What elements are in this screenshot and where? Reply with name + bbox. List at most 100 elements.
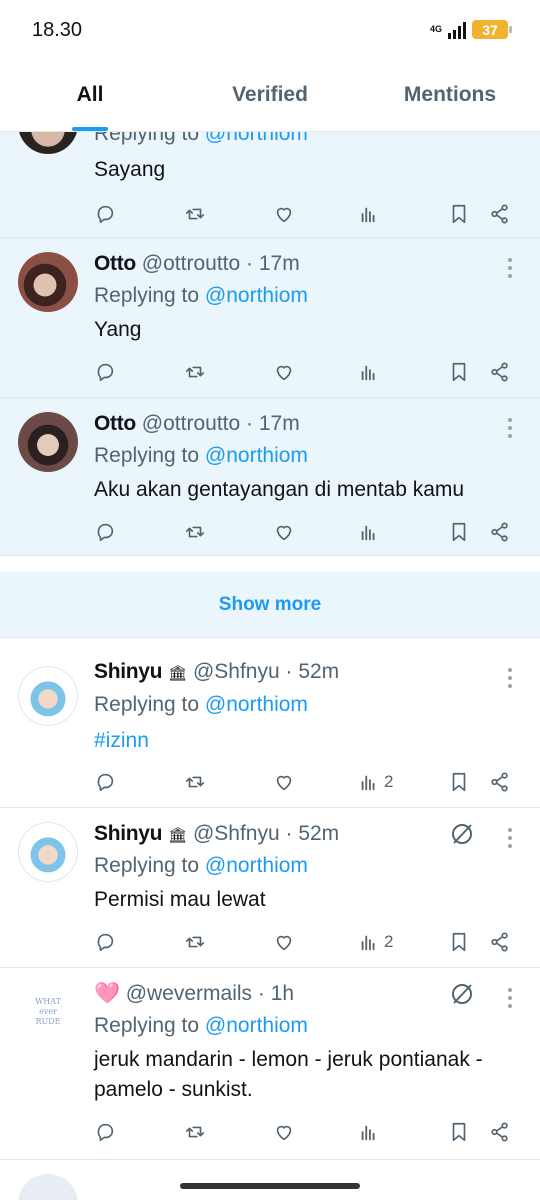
avatar[interactable] xyxy=(18,822,78,882)
tweet-text: Aku akan gentayangan di mentab kamu xyxy=(94,478,465,501)
reply-button[interactable] xyxy=(94,768,116,796)
home-indicator[interactable] xyxy=(180,1183,360,1189)
views-button[interactable]: 2 xyxy=(358,928,393,956)
share-button[interactable] xyxy=(489,1118,511,1146)
like-icon xyxy=(276,365,292,381)
reply-button[interactable] xyxy=(94,200,116,228)
more-icon[interactable] xyxy=(506,258,514,278)
bookmark-button[interactable] xyxy=(448,358,470,386)
share-button[interactable] xyxy=(489,200,511,228)
retweet-button[interactable] xyxy=(184,1118,206,1146)
avatar[interactable]: WHAT ever RUDE xyxy=(18,982,78,1042)
author-name[interactable]: Shinyu xyxy=(94,822,163,845)
reply-tweet[interactable]: Shinyu 🏛 @Shfnyu · 52m Replying to @nort… xyxy=(0,644,540,808)
tab-all[interactable]: All xyxy=(0,62,180,131)
retweet-button[interactable] xyxy=(184,518,206,546)
like-icon xyxy=(276,935,292,951)
views-icon xyxy=(361,935,375,951)
mention-link[interactable]: @northiom xyxy=(205,132,308,145)
muted-icon[interactable] xyxy=(450,822,474,846)
more-icon[interactable] xyxy=(506,668,514,688)
mention-link[interactable]: @northiom xyxy=(205,284,308,307)
retweet-icon xyxy=(185,526,205,538)
share-icon xyxy=(491,1122,508,1142)
avatar[interactable] xyxy=(18,412,78,472)
author-name[interactable]: Shinyu xyxy=(94,660,163,683)
author-name[interactable]: Otto xyxy=(94,252,136,275)
like-button[interactable] xyxy=(273,518,295,546)
replying-to: Replying to @northiom xyxy=(94,132,308,146)
retweet-button[interactable] xyxy=(184,768,206,796)
replying-to: Replying to @northiom xyxy=(94,284,308,308)
bookmark-button[interactable] xyxy=(448,518,470,546)
avatar[interactable] xyxy=(18,666,78,726)
reply-icon xyxy=(97,933,114,952)
more-icon[interactable] xyxy=(506,988,514,1008)
reply-button[interactable] xyxy=(94,518,116,546)
signal-icon xyxy=(448,21,466,39)
bookmark-button[interactable] xyxy=(448,200,470,228)
bookmark-icon xyxy=(452,1122,466,1142)
views-button[interactable] xyxy=(358,200,380,228)
retweet-button[interactable] xyxy=(184,358,206,386)
author-name[interactable]: Otto xyxy=(94,412,136,435)
author-handle[interactable]: @wevermails xyxy=(126,982,252,1005)
hashtag-link[interactable]: #izinn xyxy=(94,726,514,756)
share-button[interactable] xyxy=(489,928,511,956)
share-icon xyxy=(491,522,508,542)
like-button[interactable] xyxy=(273,928,295,956)
author-handle[interactable]: @ottroutto xyxy=(142,252,240,275)
avatar[interactable] xyxy=(18,132,78,154)
views-button[interactable] xyxy=(358,1118,380,1146)
reply-tweet-partial[interactable] xyxy=(0,1160,540,1200)
like-button[interactable] xyxy=(273,358,295,386)
views-button[interactable] xyxy=(358,358,380,386)
retweet-button[interactable] xyxy=(184,928,206,956)
reply-button[interactable] xyxy=(94,358,116,386)
tweet-text: jeruk mandarin - lemon - jeruk pontianak… xyxy=(94,1048,483,1101)
reply-icon xyxy=(97,363,114,382)
reply-button[interactable] xyxy=(94,928,116,956)
tab-verified[interactable]: Verified xyxy=(180,62,360,131)
like-button[interactable] xyxy=(273,1118,295,1146)
like-button[interactable] xyxy=(273,200,295,228)
author-handle[interactable]: @Shfnyu xyxy=(193,660,280,683)
author-handle[interactable]: @Shfnyu xyxy=(193,822,280,845)
mention-link[interactable]: @northiom xyxy=(205,854,308,877)
like-button[interactable] xyxy=(273,768,295,796)
reply-tweet[interactable]: Otto @ottroutto · 17m Replying to @north… xyxy=(0,238,540,398)
avatar[interactable] xyxy=(18,1174,78,1200)
share-button[interactable] xyxy=(489,518,511,546)
views-button[interactable] xyxy=(358,518,380,546)
share-button[interactable] xyxy=(489,358,511,386)
share-button[interactable] xyxy=(489,768,511,796)
tweet-text: Yang xyxy=(94,318,142,341)
author-name[interactable]: 🩷 xyxy=(94,982,120,1005)
retweet-icon xyxy=(185,936,205,948)
views-button[interactable]: 2 xyxy=(358,768,393,796)
status-icons: 4G 37 xyxy=(430,20,512,39)
tab-mentions[interactable]: Mentions xyxy=(360,62,540,131)
mention-link[interactable]: @northiom xyxy=(205,444,308,467)
reply-tweet[interactable]: Otto @ottroutto · 17m Replying to @north… xyxy=(0,398,540,556)
retweet-button[interactable] xyxy=(184,200,206,228)
bookmark-button[interactable] xyxy=(448,768,470,796)
reply-tweet[interactable]: Replying to @northiom Sayang xyxy=(0,132,540,238)
reply-button[interactable] xyxy=(94,1118,116,1146)
share-icon xyxy=(491,204,508,224)
more-icon[interactable] xyxy=(506,418,514,438)
avatar[interactable] xyxy=(18,252,78,312)
bookmark-icon xyxy=(452,772,466,792)
reply-tweet[interactable]: WHAT ever RUDE 🩷 @wevermails · 1h Replyi… xyxy=(0,968,540,1160)
bookmark-button[interactable] xyxy=(448,928,470,956)
show-more-button[interactable]: Show more xyxy=(0,572,540,638)
muted-icon[interactable] xyxy=(450,982,474,1006)
more-icon[interactable] xyxy=(506,828,514,848)
tweet-time: 52m xyxy=(298,822,340,845)
mention-link[interactable]: @northiom xyxy=(205,1014,308,1037)
mention-link[interactable]: @northiom xyxy=(205,693,308,716)
author-handle[interactable]: @ottroutto xyxy=(142,412,240,435)
bookmark-button[interactable] xyxy=(448,1118,470,1146)
share-icon xyxy=(491,362,508,382)
reply-tweet[interactable]: Shinyu 🏛 @Shfnyu · 52m Replying to @nort… xyxy=(0,808,540,968)
